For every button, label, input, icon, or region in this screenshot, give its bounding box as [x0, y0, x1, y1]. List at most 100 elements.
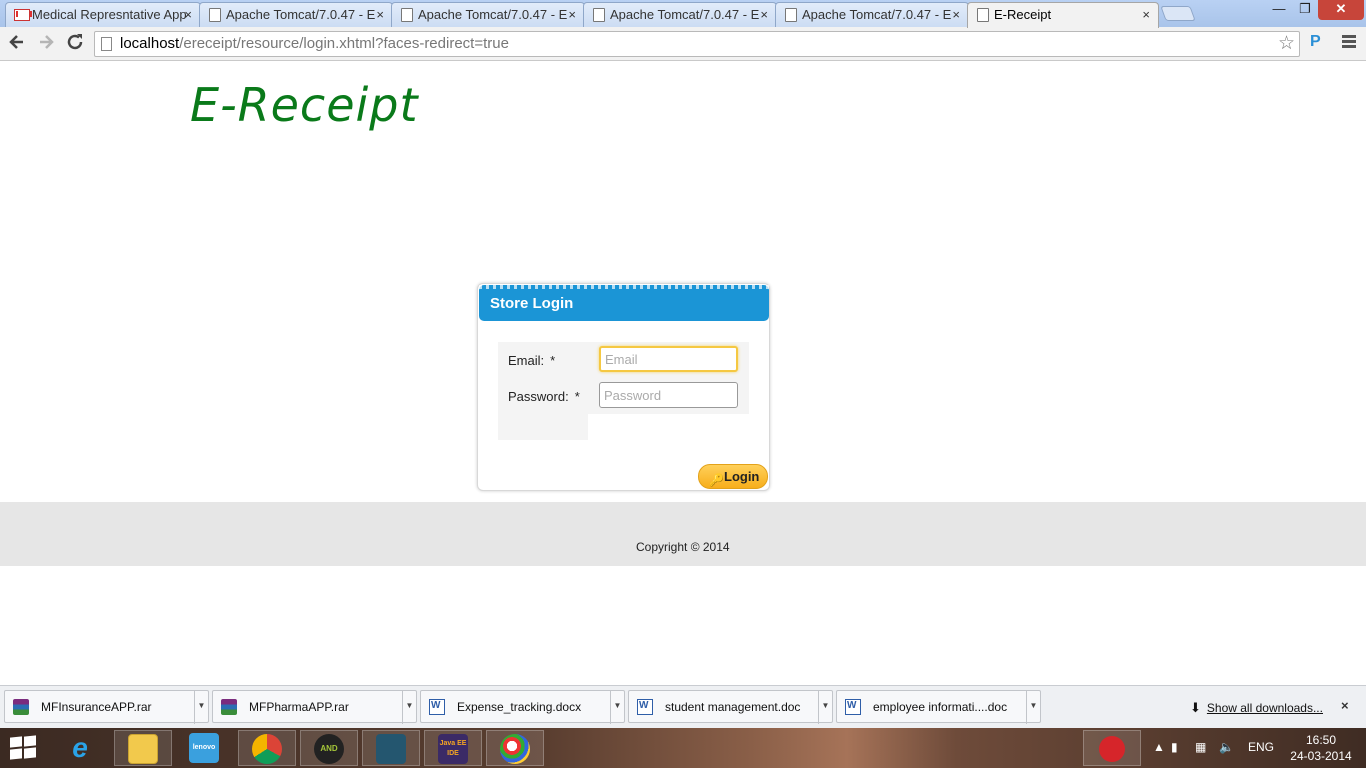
mysql-glyph	[376, 734, 406, 764]
page-icon	[101, 37, 112, 51]
language-indicator[interactable]: ENG	[1248, 740, 1274, 754]
email-label: Email: *	[508, 353, 555, 368]
close-icon[interactable]: ×	[1341, 698, 1349, 713]
download-name: Expense_tracking.docx	[457, 700, 582, 714]
android-icon[interactable]: AND	[300, 730, 358, 766]
file-explorer-icon[interactable]	[114, 730, 172, 766]
password-label: Password: *	[508, 389, 580, 404]
tab-tomcat-4[interactable]: Apache Tomcat/7.0.47 - E ×	[775, 2, 969, 27]
key-icon: 🔑	[709, 473, 724, 487]
tab-ereceipt[interactable]: E-Receipt ×	[967, 2, 1159, 28]
maximize-button[interactable]: ❐	[1292, 0, 1318, 20]
show-all-downloads-link[interactable]: Show all downloads...	[1207, 701, 1323, 715]
tray-expand-icon[interactable]: ▲	[1153, 740, 1165, 754]
tab-title: Apache Tomcat/7.0.47 - E	[226, 7, 376, 22]
chrome-glyph	[252, 734, 282, 764]
tab-close-icon[interactable]: ×	[184, 3, 192, 26]
lenovo-icon[interactable]: lenovo	[176, 730, 234, 766]
internet-explorer-glyph: e	[72, 732, 88, 763]
java-ee-glyph: Java EE IDE	[438, 734, 468, 764]
chevron-down-icon[interactable]: ▼	[1026, 691, 1040, 724]
mysql-icon[interactable]	[362, 730, 420, 766]
reload-icon[interactable]	[63, 32, 87, 56]
show-all-downloads: ⬇ Show all downloads...	[1190, 700, 1323, 716]
windows-taskbar: e lenovo AND Java EE IDE ▲ ▮ ▦ 🔈 ENG 16:…	[0, 728, 1366, 768]
page-footer: Copyright © 2014	[0, 502, 1366, 566]
rar-file-icon	[13, 699, 29, 715]
tab-tomcat-3[interactable]: Apache Tomcat/7.0.47 - E ×	[583, 2, 777, 27]
url-path: /ereceipt/resource/login.xhtml?faces-red…	[179, 35, 509, 52]
tray-app-icon[interactable]	[1083, 730, 1141, 766]
browser-toolbar: localhost/ereceipt/resource/login.xhtml?…	[0, 27, 1366, 61]
download-arrow-icon: ⬇	[1190, 700, 1201, 715]
new-tab-button[interactable]	[1160, 6, 1196, 21]
tab-tomcat-1[interactable]: Apache Tomcat/7.0.47 - E ×	[199, 2, 393, 27]
paint-glyph	[500, 734, 530, 764]
tab-gmail[interactable]: Medical Represntative App ×	[5, 2, 201, 27]
network-icon[interactable]: ▦	[1195, 740, 1206, 754]
download-name: student management.doc	[665, 700, 801, 714]
login-form: Email: * Password: *	[498, 342, 749, 440]
java-ee-ide-icon[interactable]: Java EE IDE	[424, 730, 482, 766]
battery-icon[interactable]: ▮	[1171, 740, 1178, 754]
tab-close-icon[interactable]: ×	[1142, 3, 1150, 26]
download-item[interactable]: employee informati....doc ▼	[836, 690, 1041, 724]
folder-glyph	[128, 734, 158, 764]
login-button-label: Login	[724, 469, 760, 484]
store-login-panel: Store Login Email: * Password: * 🔑 Login	[477, 283, 770, 491]
password-input[interactable]	[599, 382, 738, 408]
page-icon	[209, 8, 221, 22]
chevron-down-icon[interactable]: ▼	[610, 691, 624, 724]
chevron-down-icon[interactable]: ▼	[402, 691, 416, 724]
tab-title: Apache Tomcat/7.0.47 - E	[418, 7, 568, 22]
menu-icon[interactable]	[1342, 35, 1356, 50]
download-name: MFPharmaAPP.rar	[249, 700, 349, 714]
page-icon	[593, 8, 605, 22]
clock[interactable]: 16:50 24-03-2014	[1288, 732, 1354, 764]
login-button[interactable]: 🔑 Login	[698, 464, 768, 489]
download-item[interactable]: Expense_tracking.docx ▼	[420, 690, 625, 724]
chevron-down-icon[interactable]: ▼	[194, 691, 208, 724]
minimize-button[interactable]: —	[1266, 0, 1292, 20]
word-doc-icon	[845, 699, 861, 715]
page-icon	[977, 8, 989, 22]
required-marker: *	[550, 353, 556, 368]
windows-start-icon[interactable]	[10, 735, 38, 761]
back-icon[interactable]	[5, 32, 29, 56]
chevron-down-icon[interactable]: ▼	[818, 691, 832, 724]
download-item[interactable]: MFInsuranceAPP.rar ▼	[4, 690, 209, 724]
url-text: localhost/ereceipt/resource/login.xhtml?…	[120, 32, 509, 56]
tab-tomcat-2[interactable]: Apache Tomcat/7.0.47 - E ×	[391, 2, 585, 27]
copyright-text: Copyright © 2014	[636, 540, 730, 554]
downloads-shelf: MFInsuranceAPP.rar ▼ MFPharmaAPP.rar ▼ E…	[0, 685, 1366, 728]
word-doc-icon	[637, 699, 653, 715]
extension-p-icon[interactable]: P	[1310, 33, 1321, 51]
address-bar[interactable]: localhost/ereceipt/resource/login.xhtml?…	[94, 31, 1300, 57]
password-label-text: Password:	[508, 389, 569, 404]
forward-icon[interactable]	[34, 32, 58, 56]
clock-time: 16:50	[1305, 733, 1337, 747]
gmail-icon	[14, 9, 30, 21]
tab-close-icon[interactable]: ×	[568, 3, 576, 26]
tab-close-icon[interactable]: ×	[376, 3, 384, 26]
paint-icon[interactable]	[486, 730, 544, 766]
page-icon	[401, 8, 413, 22]
rar-file-icon	[221, 699, 237, 715]
tab-close-icon[interactable]: ×	[952, 3, 960, 26]
email-label-text: Email:	[508, 353, 545, 368]
download-item[interactable]: student management.doc ▼	[628, 690, 833, 724]
bookmark-star-icon[interactable]: ☆	[1278, 32, 1295, 56]
required-marker: *	[574, 389, 580, 404]
tab-title: Medical Represntative App	[32, 7, 187, 22]
window-close-button[interactable]: ✕	[1318, 0, 1364, 20]
chrome-icon[interactable]	[238, 730, 296, 766]
email-input[interactable]	[599, 346, 738, 372]
login-panel-header: Store Login	[479, 285, 769, 321]
download-item[interactable]: MFPharmaAPP.rar ▼	[212, 690, 417, 724]
internet-explorer-icon[interactable]: e	[52, 730, 110, 766]
tab-close-icon[interactable]: ×	[760, 3, 768, 26]
volume-icon[interactable]: 🔈	[1219, 740, 1234, 754]
browser-tab-strip: Medical Represntative App × Apache Tomca…	[0, 0, 1366, 28]
tab-title: Apache Tomcat/7.0.47 - E	[802, 7, 952, 22]
page-icon	[785, 8, 797, 22]
